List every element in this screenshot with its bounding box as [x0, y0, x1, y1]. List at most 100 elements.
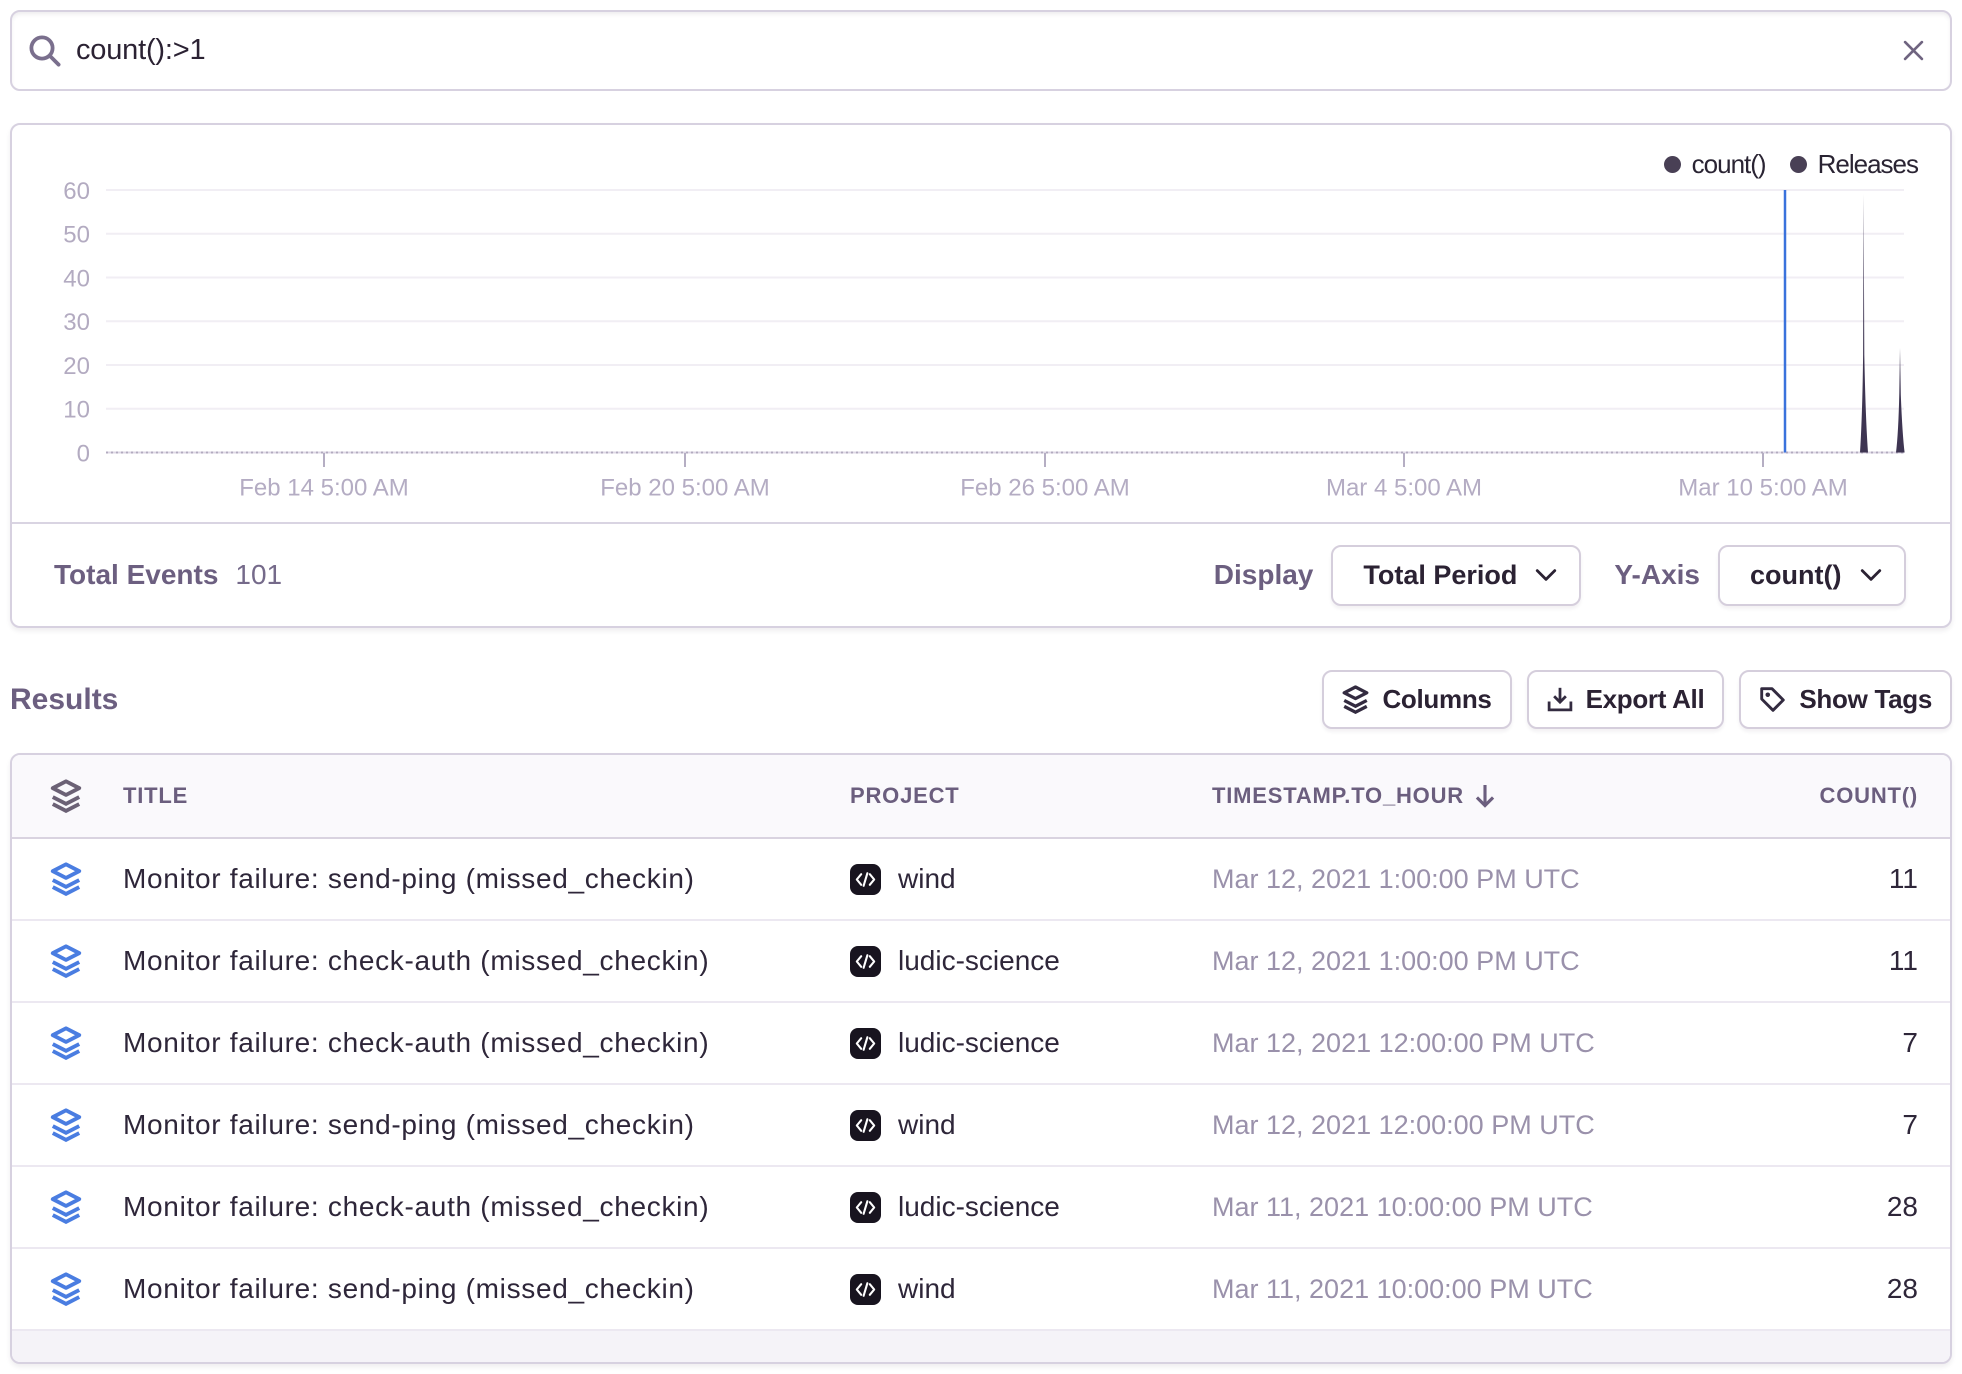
- table-row[interactable]: Monitor failure: send-ping (missed_check…: [12, 839, 1950, 921]
- event-count: 11: [1668, 945, 1950, 977]
- sort-descending-icon: [1474, 783, 1496, 809]
- columns-button-label: Columns: [1382, 684, 1491, 715]
- stack-icon[interactable]: [12, 1108, 123, 1142]
- yaxis-dropdown[interactable]: count(): [1718, 545, 1906, 606]
- total-events: Total Events 101: [54, 559, 282, 591]
- export-all-button[interactable]: Export All: [1527, 670, 1725, 729]
- table-row[interactable]: Monitor failure: check-auth (missed_chec…: [12, 1167, 1950, 1249]
- event-timestamp: Mar 12, 2021 12:00:00 PM UTC: [1212, 1028, 1668, 1059]
- code-platform-icon: [850, 1192, 881, 1223]
- event-timestamp: Mar 11, 2021 10:00:00 PM UTC: [1212, 1274, 1668, 1305]
- chart-controls: Display Total Period Y-Axis count(): [1214, 545, 1906, 606]
- code-platform-icon: [850, 1274, 881, 1305]
- svg-text:Feb 26 5:00 AM: Feb 26 5:00 AM: [960, 475, 1129, 502]
- project-name: wind: [898, 1109, 956, 1141]
- x-axis-labels: Feb 14 5:00 AM Feb 20 5:00 AM Feb 26 5:0…: [239, 475, 1847, 502]
- column-header-timestamp-label: TIMESTAMP.TO_HOUR: [1212, 783, 1464, 809]
- column-header-count[interactable]: COUNT(): [1668, 783, 1950, 809]
- project-name: wind: [898, 1273, 956, 1305]
- project-cell: ludic-science: [850, 1027, 1212, 1059]
- svg-text:20: 20: [63, 353, 90, 380]
- code-platform-icon: [850, 946, 881, 977]
- project-name: ludic-science: [898, 1191, 1060, 1223]
- search-icon: [28, 34, 62, 68]
- discover-page: count() Releases: [0, 0, 1962, 1374]
- tag-icon: [1759, 686, 1786, 713]
- svg-text:40: 40: [63, 265, 90, 292]
- stack-icon[interactable]: [12, 1026, 123, 1060]
- download-icon: [1547, 686, 1573, 714]
- results-toolbar: Columns Export All: [1322, 670, 1952, 729]
- event-count: 28: [1668, 1191, 1950, 1223]
- results-heading: Results: [10, 683, 118, 717]
- stack-icon[interactable]: [12, 944, 123, 978]
- table-row[interactable]: Monitor failure: send-ping (missed_check…: [12, 1249, 1950, 1331]
- events-area-chart: 0 10 20 30 40 50 60 Feb 14 5:00 AM Feb 2…: [12, 125, 1950, 525]
- results-header-row: Results Columns: [10, 670, 1952, 729]
- stack-icon[interactable]: [12, 1190, 123, 1224]
- yaxis-label: Y-Axis: [1614, 559, 1700, 591]
- close-icon[interactable]: [1903, 40, 1924, 61]
- project-cell: ludic-science: [850, 945, 1212, 977]
- event-title[interactable]: Monitor failure: check-auth (missed_chec…: [123, 945, 850, 977]
- stack-icon[interactable]: [12, 1272, 123, 1306]
- event-title[interactable]: Monitor failure: send-ping (missed_check…: [123, 1273, 850, 1305]
- chart-footer: Total Events 101 Display Total Period Y-…: [12, 522, 1950, 626]
- project-name: ludic-science: [898, 1027, 1060, 1059]
- code-platform-icon: [850, 1028, 881, 1059]
- display-dropdown-value: Total Period: [1363, 560, 1517, 591]
- table-row[interactable]: Monitor failure: check-auth (missed_chec…: [12, 1003, 1950, 1085]
- display-dropdown[interactable]: Total Period: [1331, 545, 1581, 606]
- event-title[interactable]: Monitor failure: send-ping (missed_check…: [123, 1109, 850, 1141]
- header-stack-icon[interactable]: [12, 779, 123, 813]
- project-cell: wind: [850, 863, 1212, 895]
- svg-text:50: 50: [63, 222, 90, 249]
- yaxis-dropdown-value: count(): [1750, 560, 1841, 591]
- svg-text:Mar 10 5:00 AM: Mar 10 5:00 AM: [1678, 475, 1847, 502]
- x-axis-ticks: [324, 453, 1763, 467]
- display-label: Display: [1214, 559, 1314, 591]
- chevron-down-icon: [1860, 568, 1882, 582]
- results-table: TITLE PROJECT TIMESTAMP.TO_HOUR COUNT(): [10, 753, 1952, 1364]
- search-input[interactable]: [76, 34, 1903, 67]
- svg-text:Feb 14 5:00 AM: Feb 14 5:00 AM: [239, 475, 408, 502]
- svg-text:10: 10: [63, 397, 90, 424]
- event-count: 28: [1668, 1273, 1950, 1305]
- stack-icon[interactable]: [12, 862, 123, 896]
- y-axis-labels: 0 10 20 30 40 50 60: [63, 178, 90, 468]
- svg-text:Mar 4 5:00 AM: Mar 4 5:00 AM: [1326, 475, 1482, 502]
- code-platform-icon: [850, 1110, 881, 1141]
- event-timestamp: Mar 11, 2021 10:00:00 PM UTC: [1212, 1192, 1668, 1223]
- table-footer: [12, 1331, 1950, 1362]
- show-tags-button-label: Show Tags: [1799, 684, 1932, 715]
- project-cell: ludic-science: [850, 1191, 1212, 1223]
- column-header-title[interactable]: TITLE: [123, 783, 850, 809]
- search-bar: [10, 10, 1952, 91]
- code-platform-icon: [850, 864, 881, 895]
- chevron-down-icon: [1535, 568, 1557, 582]
- columns-button[interactable]: Columns: [1322, 670, 1511, 729]
- column-header-timestamp[interactable]: TIMESTAMP.TO_HOUR: [1212, 783, 1668, 809]
- event-count: 7: [1668, 1027, 1950, 1059]
- project-cell: wind: [850, 1273, 1212, 1305]
- events-chart-panel: count() Releases: [10, 123, 1952, 628]
- table-row[interactable]: Monitor failure: check-auth (missed_chec…: [12, 921, 1950, 1003]
- show-tags-button[interactable]: Show Tags: [1739, 670, 1952, 729]
- event-timestamp: Mar 12, 2021 1:00:00 PM UTC: [1212, 864, 1668, 895]
- event-count: 11: [1668, 863, 1950, 895]
- table-row[interactable]: Monitor failure: send-ping (missed_check…: [12, 1085, 1950, 1167]
- svg-text:Feb 20 5:00 AM: Feb 20 5:00 AM: [600, 475, 769, 502]
- svg-text:60: 60: [63, 178, 90, 205]
- event-count: 7: [1668, 1109, 1950, 1141]
- total-events-label: Total Events: [54, 559, 218, 591]
- column-header-project[interactable]: PROJECT: [850, 783, 1212, 809]
- event-timestamp: Mar 12, 2021 1:00:00 PM UTC: [1212, 946, 1668, 977]
- svg-text:30: 30: [63, 309, 90, 336]
- event-title[interactable]: Monitor failure: check-auth (missed_chec…: [123, 1191, 850, 1223]
- chart-gridlines: [106, 190, 1904, 409]
- table-header-row: TITLE PROJECT TIMESTAMP.TO_HOUR COUNT(): [12, 755, 1950, 839]
- total-events-value: 101: [235, 559, 282, 591]
- event-title[interactable]: Monitor failure: send-ping (missed_check…: [123, 863, 850, 895]
- event-title[interactable]: Monitor failure: check-auth (missed_chec…: [123, 1027, 850, 1059]
- export-all-button-label: Export All: [1586, 684, 1705, 715]
